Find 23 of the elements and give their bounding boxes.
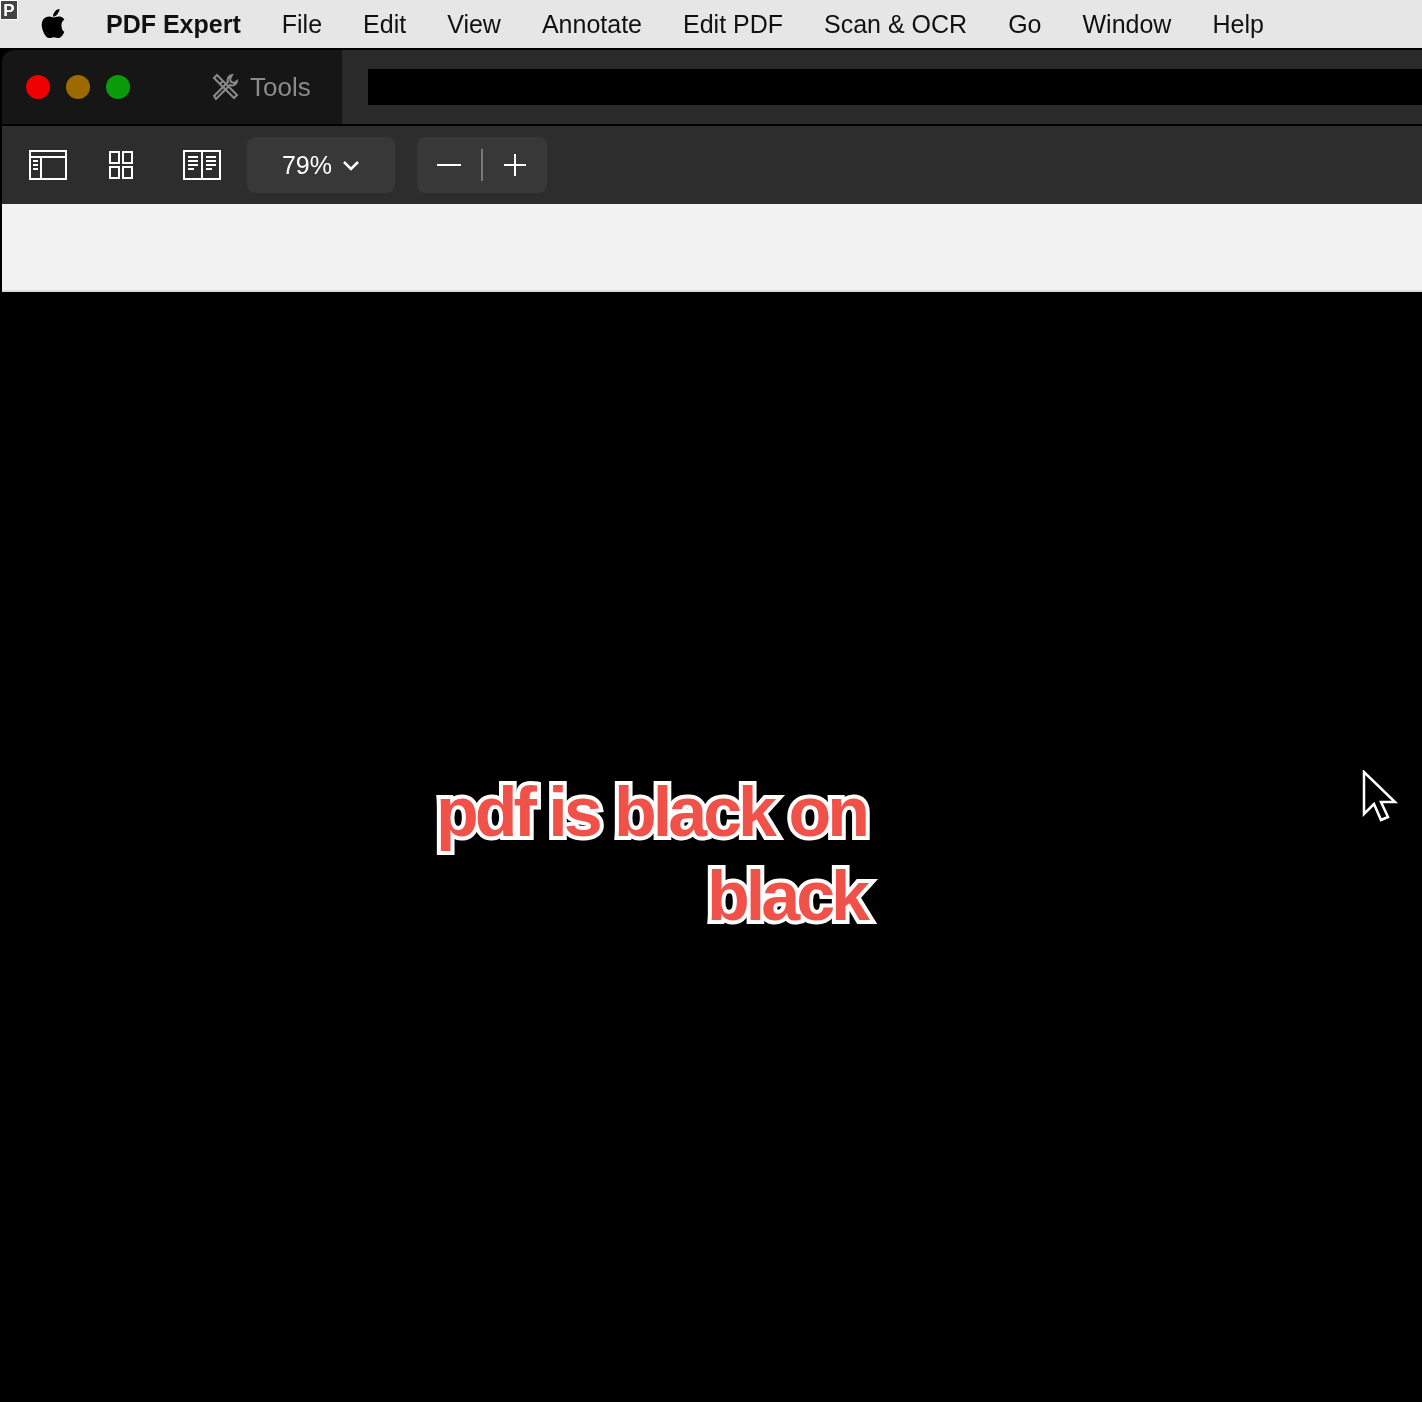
menu-item[interactable]: Window [1082,9,1172,39]
app-menu[interactable]: PDF Expert [106,9,241,39]
menu-item[interactable]: Edit PDF [683,9,784,39]
close-button[interactable] [26,75,50,99]
minimize-button[interactable] [66,75,90,99]
menu-item[interactable]: Help [1212,9,1264,39]
menu-item[interactable]: Go [1008,9,1042,39]
two-page-icon[interactable] [183,150,221,180]
wrench-screwdriver-icon [210,72,240,102]
minus-icon [437,163,461,167]
sidebar-icon[interactable] [29,150,67,180]
menu-item[interactable]: View [447,9,501,39]
app-badge: P [0,0,18,20]
menu-item[interactable]: Annotate [541,9,642,39]
zoom-button[interactable] [106,75,130,99]
chevron-down-icon [342,159,360,171]
menu-item[interactable]: File [281,9,323,39]
plus-icon [504,154,526,176]
grid-icon[interactable] [109,150,133,180]
menu-item[interactable]: Scan & OCR [824,9,968,39]
zoom-dropdown[interactable]: 79% [247,137,395,193]
menu-item[interactable]: Edit [363,9,407,39]
tools-tab[interactable]: Tools [210,71,338,103]
